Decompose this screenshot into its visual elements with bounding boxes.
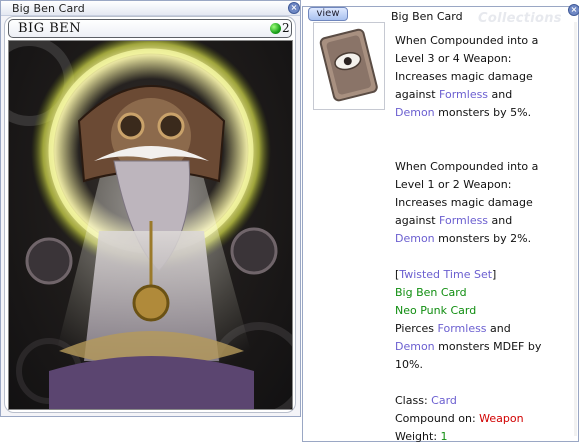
desc-line: Increases magic damage [395, 70, 533, 83]
class-row: Class: Card [395, 392, 575, 410]
weight-value: 1 [440, 430, 448, 443]
class-value[interactable]: Card [431, 394, 457, 407]
set-link[interactable]: Twisted Time Set [399, 268, 492, 281]
set-header: [Twisted Time Set] [395, 268, 497, 281]
desc-line: Increases magic damage [395, 196, 533, 209]
desc-text: monsters MDEF by [438, 340, 542, 353]
desc-text: against [395, 214, 436, 227]
weight-label: Weight: [395, 430, 438, 443]
desc-text: and [490, 322, 511, 335]
set-item[interactable]: Neo Punk Card [395, 302, 575, 320]
slot-count: 2 [282, 21, 290, 35]
compound-row: Compound on: Weapon [395, 410, 575, 428]
desc-line: Pierces Formless and [395, 320, 575, 338]
race-link-demon[interactable]: Demon [395, 106, 435, 119]
race-link-formless[interactable]: Formless [439, 214, 488, 227]
compound-label: Compound on: [395, 412, 476, 425]
slot-indicator-icon [270, 23, 281, 34]
desc-line: 10%. [395, 358, 423, 371]
card-window-titlebar[interactable]: Big Ben Card [1, 1, 300, 16]
desc-line: Level 3 or 4 Weapon: [395, 52, 512, 65]
race-link-formless[interactable]: Formless [438, 322, 487, 335]
desc-line: Demon monsters by 2%. [395, 230, 575, 248]
race-link-demon[interactable]: Demon [395, 232, 435, 245]
desc-text: against [395, 88, 436, 101]
desc-line: against Formless and [395, 86, 575, 104]
item-description: When Compounded into a Level 3 or 4 Weap… [395, 32, 575, 446]
view-button[interactable]: view [308, 7, 348, 21]
big-ben-illustration [9, 41, 292, 409]
desc-line: Demon monsters by 5%. [395, 104, 575, 122]
desc-text: monsters by 5%. [438, 106, 532, 119]
card-artwork [8, 40, 293, 410]
card-name: BIG BEN [18, 21, 82, 36]
desc-text: Pierces [395, 322, 435, 335]
compound-value: Weapon [479, 412, 524, 425]
desc-line: When Compounded into a [395, 34, 539, 47]
card-name-bar: BIG BEN 2 [8, 19, 292, 38]
desc-line: When Compounded into a [395, 160, 539, 173]
close-icon[interactable]: × [568, 4, 579, 16]
desc-text: and [491, 214, 513, 227]
close-icon[interactable]: × [288, 2, 300, 14]
race-link-demon[interactable]: Demon [395, 340, 435, 353]
race-link-formless[interactable]: Formless [439, 88, 488, 101]
card-window-title: Big Ben Card [12, 2, 85, 15]
desc-line: Demon monsters MDEF by [395, 338, 575, 356]
weight-row: Weight: 1 [395, 428, 575, 446]
desc-text: and [491, 88, 513, 101]
desc-line: against Formless and [395, 212, 575, 230]
class-label: Class: [395, 394, 428, 407]
desc-line: Level 1 or 2 Weapon: [395, 178, 512, 191]
card-thumbnail-icon [313, 22, 385, 110]
collections-watermark: Collections [478, 11, 562, 26]
set-item[interactable]: Big Ben Card [395, 284, 575, 302]
item-title: Big Ben Card [391, 10, 463, 23]
desc-text: monsters by 2%. [438, 232, 532, 245]
